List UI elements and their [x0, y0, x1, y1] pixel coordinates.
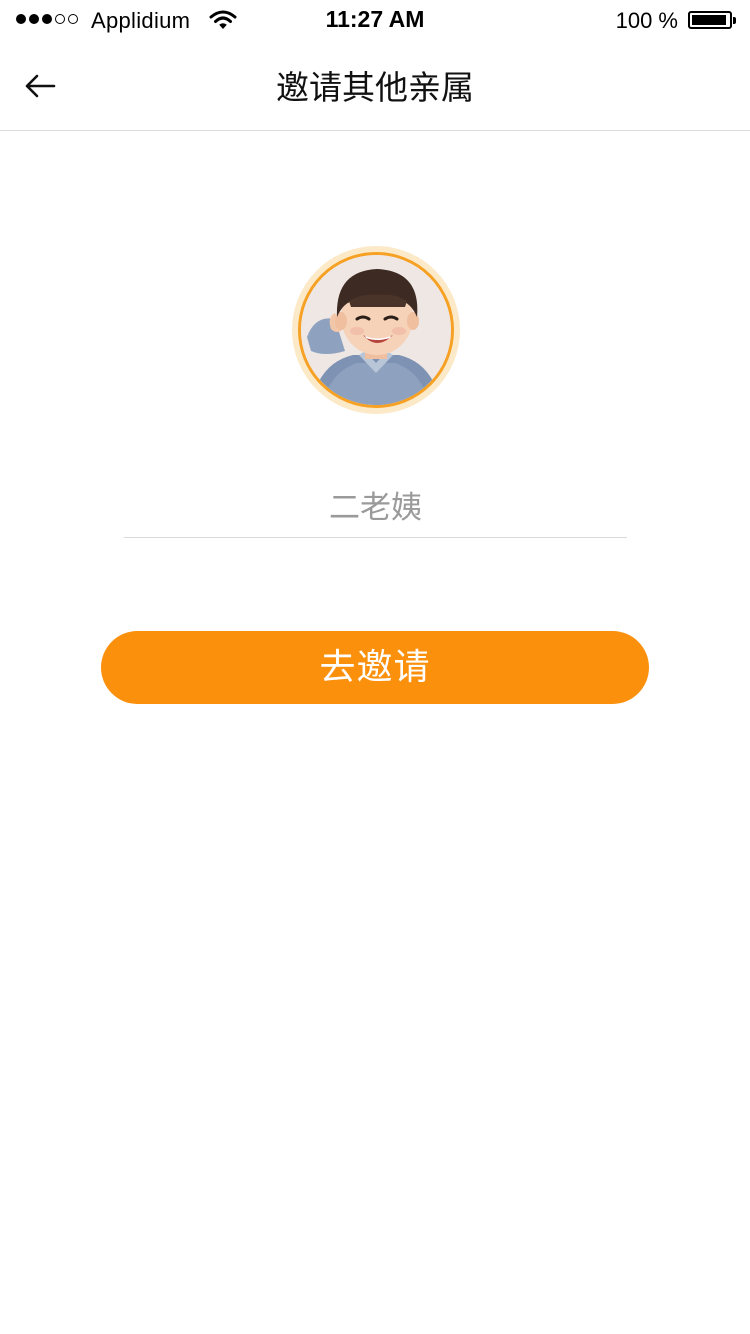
- battery-cap: [733, 17, 736, 24]
- child-portrait-image: [301, 255, 451, 405]
- relative-name-input[interactable]: [124, 480, 627, 536]
- battery-icon: [688, 11, 736, 29]
- avatar[interactable]: [298, 252, 454, 408]
- navigation-bar: 邀请其他亲属: [0, 42, 750, 131]
- invite-button[interactable]: 去邀请: [101, 631, 649, 704]
- battery-fill: [692, 15, 726, 25]
- status-bar: Applidium 11:27 AM 100 %: [0, 0, 750, 42]
- battery-percentage: 100 %: [615, 8, 678, 33]
- page-title: 邀请其他亲属: [276, 68, 474, 107]
- relative-name-field: [124, 480, 627, 538]
